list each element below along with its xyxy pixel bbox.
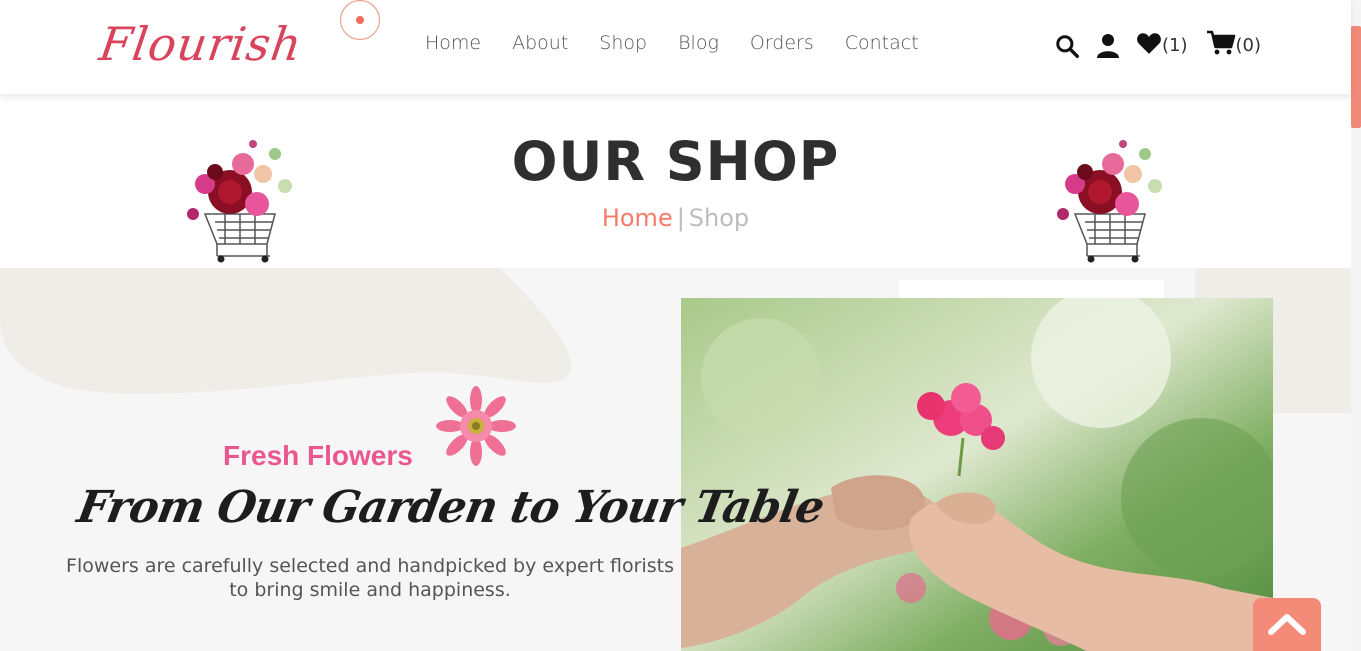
search-icon[interactable] [1054, 33, 1080, 59]
back-to-top-button[interactable] [1253, 598, 1321, 651]
logo[interactable]: Flourish [96, 8, 305, 80]
hero-tagline: From Our Garden to Your Table [73, 482, 828, 533]
chevron-up-icon [1267, 610, 1307, 641]
wishlist-button[interactable]: (1) [1136, 31, 1188, 60]
nav-blog[interactable]: Blog [678, 32, 719, 54]
site-header: Flourish Home About Shop Blog Orders Con… [0, 0, 1351, 94]
nav-orders[interactable]: Orders [750, 32, 814, 54]
user-icon[interactable] [1096, 33, 1120, 59]
nav-home[interactable]: Home [425, 32, 481, 54]
nav-contact[interactable]: Contact [845, 32, 919, 54]
breadcrumb-home[interactable]: Home [602, 204, 673, 232]
decorative-blob [0, 268, 572, 394]
cart-button[interactable]: (0) [1206, 30, 1262, 61]
breadcrumb-separator: | [676, 204, 685, 232]
logo-text: Flourish [96, 17, 306, 71]
nav-shop[interactable]: Shop [599, 32, 647, 54]
decorative-ring-icon [340, 0, 380, 40]
main-nav: Home About Shop Blog Orders Contact [425, 32, 950, 54]
hero-eyebrow: Fresh Flowers [223, 440, 413, 471]
page-banner: OUR SHOP Home | Shop [0, 94, 1351, 268]
heart-icon [1136, 31, 1162, 60]
breadcrumb-current: Shop [688, 204, 750, 232]
hero-section: Fresh Flowers From Our Garden to Your Ta… [0, 268, 1351, 651]
scrollbar-thumb[interactable] [1351, 26, 1361, 128]
cart-icon [1206, 30, 1236, 61]
hero-photo-hands-flower [681, 298, 1273, 651]
page-scrollbar[interactable] [1351, 0, 1361, 651]
header-actions: (1) (0) [1054, 30, 1277, 61]
wishlist-count: (1) [1162, 35, 1188, 56]
nav-about[interactable]: About [512, 32, 568, 54]
gerbera-flower-image [436, 386, 516, 466]
hero-description: Flowers are carefully selected and handp… [66, 555, 674, 601]
flower-cart-image [1057, 140, 1162, 263]
cart-count: (0) [1235, 35, 1262, 56]
